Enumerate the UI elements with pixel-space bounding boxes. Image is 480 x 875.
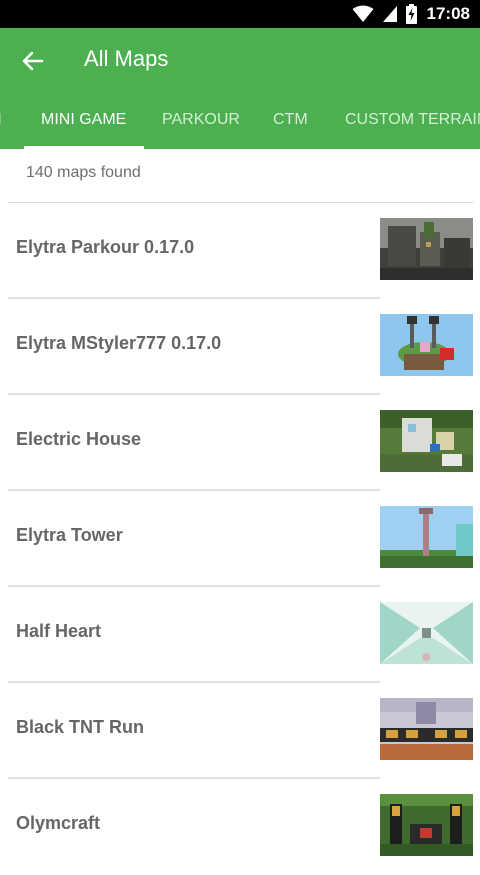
map-thumbnail — [380, 314, 473, 376]
battery-charging-icon — [405, 4, 417, 24]
tab-custom-terrain[interactable]: CUSTOM TERRAIN — [345, 94, 480, 149]
category-tabs: I MINI GAME PARKOUR CTM CUSTOM TERRAIN — [0, 94, 480, 149]
arrow-left-icon — [22, 51, 44, 71]
list-item[interactable]: Black TNT Run — [0, 683, 480, 779]
map-thumbnail — [380, 602, 473, 664]
list-item[interactable]: Half Heart — [0, 587, 480, 683]
status-time: 17:08 — [426, 4, 470, 23]
tab-previous-partial[interactable]: I — [0, 94, 2, 149]
map-thumbnail — [380, 218, 473, 280]
results-count: 140 maps found — [26, 164, 141, 181]
tab-parkour[interactable]: PARKOUR — [162, 94, 240, 149]
map-thumbnail — [380, 506, 473, 568]
map-thumbnail — [380, 698, 473, 760]
wifi-icon — [352, 5, 374, 22]
tab-ctm[interactable]: CTM — [273, 94, 308, 149]
app-bar: All Maps — [0, 28, 480, 94]
list-item[interactable]: Elytra Parkour 0.17.0 — [0, 203, 480, 299]
status-bar: 17:08 — [0, 0, 480, 28]
map-thumbnail — [380, 410, 473, 472]
map-title: Elytra MStyler777 0.17.0 — [16, 333, 222, 353]
map-thumbnail — [380, 794, 473, 856]
status-icons: 17:08 — [352, 4, 470, 24]
map-title: Half Heart — [16, 621, 102, 641]
tab-mini-game[interactable]: MINI GAME — [41, 94, 126, 149]
list-item[interactable]: Olymcraft — [0, 779, 480, 875]
cellular-signal-icon — [382, 6, 397, 22]
map-title: Elytra Tower — [16, 525, 123, 545]
list-item[interactable]: Elytra Tower — [0, 491, 480, 587]
map-title: Electric House — [16, 429, 142, 449]
list-item[interactable]: Electric House — [0, 395, 480, 491]
list-item[interactable]: Elytra MStyler777 0.17.0 — [0, 299, 480, 395]
map-list[interactable]: Elytra Parkour 0.17.0 Elytra MStyler777 … — [0, 203, 480, 875]
tab-indicator — [24, 146, 144, 149]
map-title: Olymcraft — [16, 813, 101, 833]
back-button[interactable] — [12, 40, 54, 82]
map-title: Elytra Parkour 0.17.0 — [16, 237, 195, 257]
page-title: All Maps — [84, 46, 169, 71]
map-title: Black TNT Run — [16, 717, 145, 737]
